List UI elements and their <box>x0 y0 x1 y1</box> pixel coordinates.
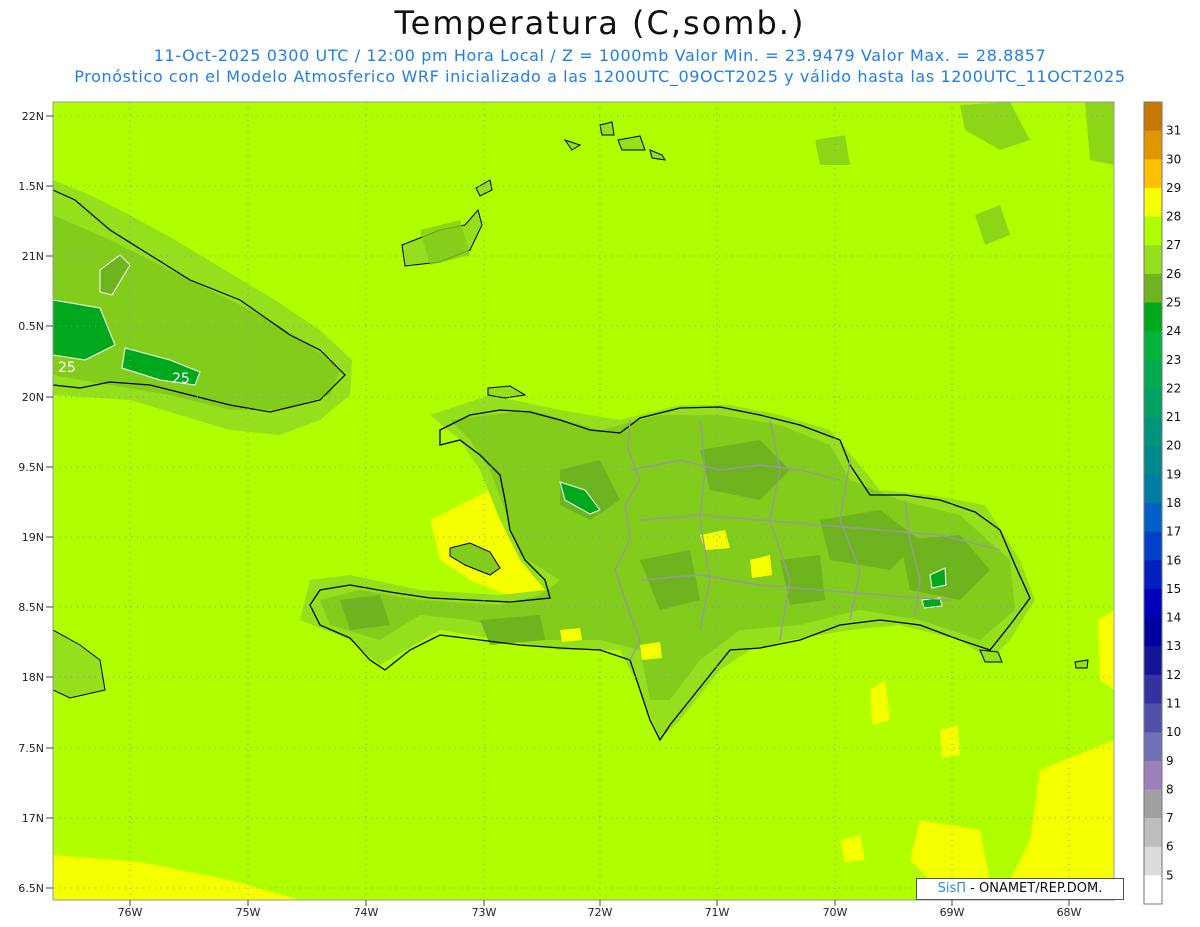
lat-label: 20N <box>22 391 44 404</box>
colorbar-swatch <box>1144 474 1162 504</box>
lat-label: 1.5N <box>18 180 44 193</box>
lon-ticks <box>129 900 1070 906</box>
lon-label: 75W <box>236 906 261 919</box>
lat-label: 8.5N <box>18 601 44 614</box>
colorbar-swatch <box>1144 789 1162 819</box>
colorbar-swatch <box>1144 560 1162 590</box>
colorbar-level-label: 17 <box>1166 525 1181 539</box>
lon-label: 73W <box>472 906 497 919</box>
longitude-labels: 76W 75W 74W 73W 72W 71W 70W 69W 68W <box>118 906 1082 919</box>
colorbar-level-label: 7 <box>1166 811 1174 825</box>
colorbar-swatch <box>1144 302 1162 332</box>
colorbar-level-label: 15 <box>1166 582 1181 596</box>
colorbar-level-label: 18 <box>1166 496 1181 510</box>
colorbar-level-label: 8 <box>1166 782 1174 796</box>
lat-label: 9.5N <box>18 461 44 474</box>
contour-label-25-west: 25 <box>58 360 76 376</box>
colorbar-swatch <box>1144 359 1162 389</box>
colorbar-level-label: 21 <box>1166 410 1181 424</box>
colorbar-level-label: 19 <box>1166 467 1181 481</box>
colorbar-swatch <box>1144 617 1162 647</box>
colorbar-swatch <box>1144 503 1162 533</box>
latitude-labels: 22N 1.5N 21N 0.5N 20N 9.5N 19N 8.5N 18N … <box>18 110 44 895</box>
brand-logo-text: SisΠ <box>937 881 967 896</box>
colorbar-swatch <box>1144 818 1162 848</box>
colorbar-level-label: 10 <box>1166 725 1181 739</box>
colorbar-level-label: 9 <box>1166 754 1174 768</box>
colorbar-level-label: 25 <box>1166 296 1181 310</box>
colorbar-level-label: 5 <box>1166 868 1174 882</box>
lat-label: 0.5N <box>18 320 44 333</box>
colorbar-level-label: 22 <box>1166 381 1181 395</box>
map-figure: 25 25 22N 1.5N 21N 0.5N 20N 9.5N 19N 8.5… <box>18 101 1181 919</box>
colorbar-swatch <box>1144 674 1162 704</box>
colorbar-swatch <box>1144 417 1162 447</box>
lon-label: 70W <box>823 906 848 919</box>
credit-text: - ONAMET/REP.DOM. <box>966 881 1103 896</box>
colorbar-level-label: 30 <box>1166 152 1181 166</box>
lon-label: 68W <box>1057 906 1082 919</box>
lon-label: 69W <box>940 906 965 919</box>
colorbar-swatch <box>1144 187 1162 218</box>
map-area: 25 25 <box>53 102 1114 900</box>
lat-label: 22N <box>22 110 44 123</box>
lat-label: 7.5N <box>18 742 44 755</box>
colorbar-swatch <box>1144 646 1162 676</box>
colorbar-swatch <box>1144 588 1162 619</box>
colorbar-swatch <box>1144 102 1162 132</box>
colorbar-level-label: 6 <box>1166 840 1174 854</box>
colorbar-swatch <box>1144 846 1162 876</box>
credit-box: SisΠ - ONAMET/REP.DOM. <box>916 878 1124 900</box>
lat-label: 21N <box>22 250 44 263</box>
lat-label: 6.5N <box>18 882 44 895</box>
lat-ticks <box>46 115 53 889</box>
colorbar-swatch <box>1144 216 1162 246</box>
colorbar-level-label: 23 <box>1166 353 1181 367</box>
colorbar-level-label: 31 <box>1166 124 1181 138</box>
colorbar-swatch <box>1144 531 1162 561</box>
colorbar-swatch <box>1144 273 1162 303</box>
colorbar-swatch <box>1144 245 1162 275</box>
colorbar-level-label: 11 <box>1166 697 1181 711</box>
colorbar-level-label: 27 <box>1166 238 1181 252</box>
colorbar-level-label: 14 <box>1166 611 1181 625</box>
colorbar-swatch <box>1144 159 1162 189</box>
lat-label: 18N <box>22 671 44 684</box>
contour-label-25-east: 25 <box>172 371 190 387</box>
colorbar-swatch <box>1144 445 1162 475</box>
colorbar-level-label: 13 <box>1166 639 1181 653</box>
colorbar-level-label: 20 <box>1166 439 1181 453</box>
colorbar-swatch <box>1144 875 1162 905</box>
lon-label: 72W <box>588 906 613 919</box>
colorbar-swatch <box>1144 130 1162 160</box>
colorbar-level-label: 16 <box>1166 553 1181 567</box>
colorbar-level-label: 29 <box>1166 181 1181 195</box>
colorbar-swatch <box>1144 331 1162 361</box>
colorbar: 31 30 29 28 27 26 25 24 23 22 21 20 19 18 17 16 15 14 13 12… <box>1143 101 1181 905</box>
colorbar-swatch <box>1144 732 1162 762</box>
lon-label: 71W <box>705 906 730 919</box>
lon-label: 76W <box>118 906 143 919</box>
colorbar-swatch <box>1144 703 1162 733</box>
colorbar-swatch <box>1144 760 1162 790</box>
colorbar-level-label: 12 <box>1166 668 1181 682</box>
colorbar-level-label: 24 <box>1166 324 1181 338</box>
colorbar-level-label: 28 <box>1166 210 1181 224</box>
lat-label: 19N <box>22 531 44 544</box>
colorbar-swatch <box>1144 388 1162 418</box>
lon-label: 74W <box>354 906 379 919</box>
lat-label: 17N <box>22 812 44 825</box>
colorbar-level-label: 26 <box>1166 267 1181 281</box>
